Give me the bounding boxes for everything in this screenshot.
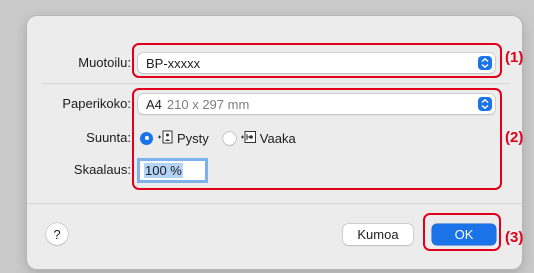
callout-box-2 bbox=[132, 88, 502, 190]
scale-label: Skaalaus: bbox=[73, 162, 131, 177]
callout-label-3: (3) bbox=[505, 229, 524, 246]
paper-size-label: Paperikoko: bbox=[62, 96, 131, 111]
cancel-button[interactable]: Kumoa bbox=[343, 224, 413, 245]
format-label: Muotoilu: bbox=[78, 55, 131, 70]
cancel-label: Kumoa bbox=[357, 227, 399, 242]
separator bbox=[27, 203, 522, 204]
orientation-label: Suunta: bbox=[86, 130, 131, 145]
separator bbox=[41, 83, 509, 84]
callout-label-1: (1) bbox=[505, 49, 524, 66]
callout-box-1 bbox=[132, 43, 502, 78]
callout-box-3 bbox=[423, 213, 501, 251]
help-button[interactable]: ? bbox=[46, 223, 68, 245]
help-label: ? bbox=[53, 226, 61, 242]
callout-label-2: (2) bbox=[505, 129, 524, 146]
